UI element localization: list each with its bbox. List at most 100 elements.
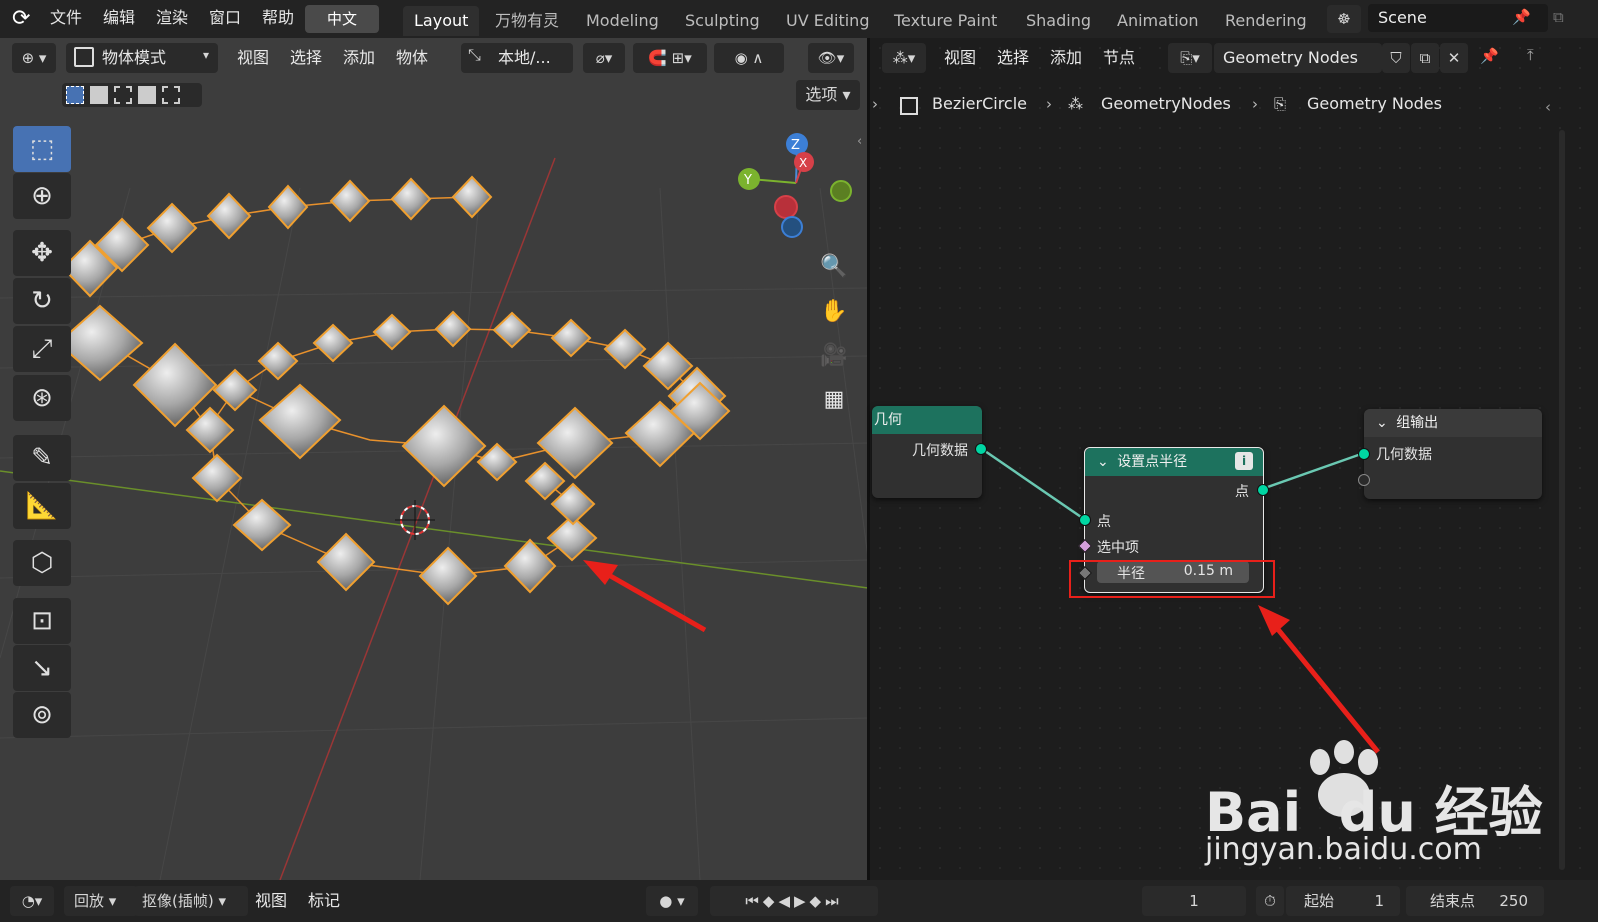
transform-tool[interactable]: ⊛	[13, 375, 71, 421]
group-output-node[interactable]: ⌄ 组输出 几何数据	[1358, 409, 1542, 499]
group-output-title: 组输出	[1396, 415, 1439, 431]
tab-uv-editing[interactable]: UV Editing	[775, 6, 880, 36]
points-output-socket[interactable]	[1257, 484, 1269, 496]
node-menu-add[interactable]: 添加	[1050, 43, 1082, 73]
camera-icon[interactable]: 🎥	[815, 336, 853, 374]
points-input-label: 点	[1097, 514, 1111, 530]
set-point-radius-header: ⌄ 设置点半径 i	[1085, 448, 1263, 476]
tab-rendering[interactable]: Rendering	[1214, 6, 1318, 36]
points-output-label: 点	[1235, 484, 1249, 500]
group-output-empty-socket[interactable]	[1358, 474, 1370, 486]
object-mode-icon	[74, 47, 94, 67]
collapse-chevron-icon[interactable]: ⌄	[1376, 415, 1388, 431]
tab-animation[interactable]: Animation	[1106, 6, 1210, 36]
set-point-radius-title: 设置点半径	[1117, 454, 1188, 470]
group-input-geometry-socket[interactable]	[975, 443, 987, 455]
tab-shading[interactable]: Shading	[1015, 6, 1102, 36]
scene-selector-icon[interactable]: ☸	[1327, 5, 1361, 33]
viewport-menu-select[interactable]: 选择	[290, 43, 322, 73]
pin-icon[interactable]: 📌	[1512, 8, 1531, 26]
menu-file[interactable]: 文件	[50, 0, 82, 38]
proportional-edit-button[interactable]: ◉ ∧	[714, 43, 784, 73]
menu-edit[interactable]: 编辑	[103, 0, 135, 38]
measure-tool[interactable]: 📐	[13, 483, 71, 529]
timeline-menu-marker[interactable]: 标记	[308, 886, 340, 916]
playback-controls[interactable]: ⏮◆◀▶◆⏭	[710, 886, 878, 916]
select-box-tool[interactable]: ⬚	[13, 126, 71, 172]
group-output-geometry-label: 几何数据	[1376, 447, 1432, 463]
node-tree-browse-button[interactable]: ⎘▾	[1168, 43, 1212, 73]
visibility-button[interactable]: 👁▾	[808, 43, 854, 73]
playback-dropdown[interactable]: 回放 ▾	[64, 886, 138, 916]
highlight-box	[1069, 560, 1275, 598]
tab-sculpting[interactable]: Sculpting	[674, 6, 771, 36]
push-pull-tool[interactable]: ↘	[13, 645, 71, 691]
annotate-tool[interactable]: ✎	[13, 435, 71, 481]
scene-name: Scene	[1378, 8, 1427, 27]
sidebar-toggle-icon[interactable]: ‹	[857, 134, 862, 149]
perspective-grid-icon[interactable]: ▦	[815, 380, 853, 418]
keying-dropdown[interactable]: 抠像(插帧) ▾	[134, 886, 248, 916]
tab-wanwu[interactable]: 万物有灵	[484, 6, 570, 36]
start-frame-field[interactable]: 起始 1	[1286, 886, 1400, 916]
playback-label: 回放	[74, 892, 105, 910]
preview-range-icon[interactable]: ⏱	[1256, 886, 1284, 916]
timeline-editor-type-button[interactable]: ◔▾	[10, 886, 54, 916]
rotate-tool[interactable]: ↻	[13, 278, 71, 324]
breadcrumb-object: BezierCircle	[932, 94, 1028, 113]
scale-tool[interactable]: ⤢	[13, 326, 71, 372]
editor-type-button[interactable]: ⊕ ▾	[12, 43, 56, 73]
pivot-button[interactable]: ⌀▾	[583, 43, 625, 73]
tab-texture-paint[interactable]: Texture Paint	[883, 6, 1008, 36]
duplicate-icon[interactable]: ⧉	[1411, 43, 1439, 73]
viewport-menu-add[interactable]: 添加	[343, 43, 375, 73]
copy-icon[interactable]: ⧉	[1553, 8, 1564, 26]
node-sidebar-toggle-icon[interactable]: ‹	[1545, 98, 1551, 116]
navigation-gizmo[interactable]: Z Y X	[730, 128, 860, 240]
select-box-mode-icons[interactable]	[62, 83, 202, 107]
mode-label: 物体模式	[102, 48, 167, 67]
menu-render[interactable]: 渲染	[156, 0, 188, 38]
info-icon[interactable]: i	[1235, 452, 1253, 470]
tab-modeling[interactable]: Modeling	[575, 6, 670, 36]
node-menu-select[interactable]: 选择	[997, 43, 1029, 73]
record-button[interactable]: ● ▾	[646, 886, 698, 916]
timeline-menu-view[interactable]: 视图	[255, 886, 287, 916]
menu-help[interactable]: 帮助	[262, 0, 294, 38]
cursor-tool[interactable]: ⊕	[13, 173, 71, 219]
object-icon	[900, 97, 918, 115]
parent-tree-icon[interactable]: ⤒	[1527, 46, 1534, 64]
points-input-socket[interactable]	[1079, 514, 1091, 526]
move-tool[interactable]: ✥	[13, 230, 71, 276]
end-frame-label: 结束点	[1430, 892, 1476, 910]
pin-node-icon[interactable]: 📌	[1480, 47, 1499, 65]
3d-cursor	[395, 500, 435, 540]
viewport-menu-object[interactable]: 物体	[396, 43, 428, 73]
node-menu-node[interactable]: 节点	[1103, 43, 1135, 73]
chevron-right-icon: ›	[872, 95, 878, 113]
tab-layout[interactable]: Layout	[403, 6, 480, 36]
menu-window[interactable]: 窗口	[209, 0, 241, 38]
pan-hand-icon[interactable]: ✋	[815, 292, 853, 330]
node-menu-view[interactable]: 视图	[944, 43, 976, 73]
options-dropdown[interactable]: 选项 ▾	[796, 80, 860, 110]
start-frame-value: 1	[1374, 892, 1384, 910]
language-button[interactable]: 中文	[305, 5, 379, 33]
unlink-close-icon[interactable]: ✕	[1440, 43, 1468, 73]
zoom-icon[interactable]: 🔍	[815, 247, 853, 285]
blender-logo-icon[interactable]: ⟳	[12, 6, 38, 32]
add-cube-tool[interactable]: ⬡	[13, 540, 71, 586]
node-editor-type-button[interactable]: ⁂▾	[882, 43, 926, 73]
group-output-header: ⌄ 组输出	[1364, 409, 1542, 437]
fake-user-shield-icon[interactable]: ⛉	[1382, 43, 1410, 73]
snap-button[interactable]: 🧲 ⊞▾	[633, 43, 707, 73]
group-input-node[interactable]: 几何 几何数据	[872, 406, 987, 498]
current-frame-field[interactable]: 1	[1142, 886, 1246, 916]
transform-extra-tool[interactable]: ⊚	[13, 692, 71, 738]
collapse-chevron-icon[interactable]: ⌄	[1097, 454, 1109, 470]
shrink-fatten-tool[interactable]: ⊡	[13, 598, 71, 644]
end-frame-field[interactable]: 结束点 250	[1406, 886, 1544, 916]
vertical-scrollbar[interactable]	[1559, 130, 1565, 870]
group-output-geometry-socket[interactable]	[1358, 448, 1370, 460]
viewport-menu-view[interactable]: 视图	[237, 43, 269, 73]
